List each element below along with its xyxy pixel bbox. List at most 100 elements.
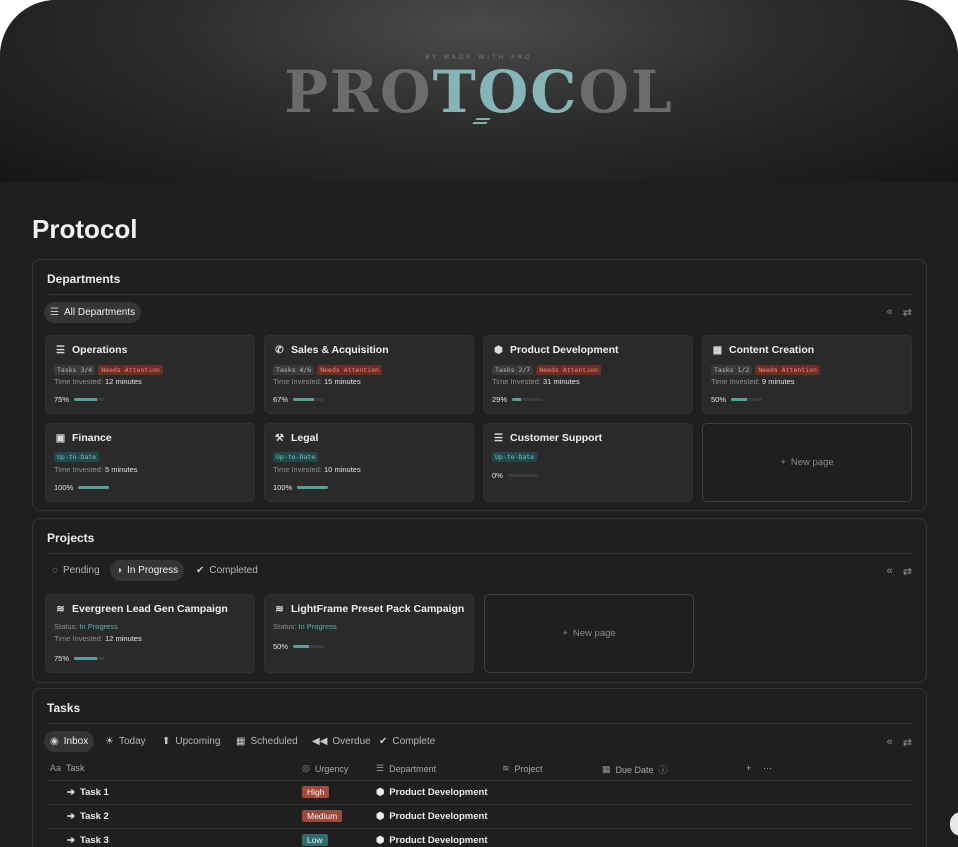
department-card[interactable]: ☰ Operations Tasks 3/4 Needs Attention Time …	[45, 335, 255, 414]
table-row[interactable]: ➔ Task 3 Low ⬢ Product Development	[47, 829, 912, 847]
status-label: Status:	[273, 622, 297, 631]
cover-banner: BY MADE WITH PRO PROTOCOL	[0, 0, 958, 182]
department-cell[interactable]: ⬢ Product Development	[376, 835, 487, 846]
meta-row: Up-to-Date	[273, 452, 319, 462]
cube-icon: ⬢	[376, 835, 385, 846]
settings-sliders-icon[interactable]: ⇄	[903, 306, 912, 319]
column-project[interactable]: ≋ Project	[502, 763, 543, 774]
card-title: ✆ Sales & Acquisition	[274, 344, 388, 356]
column-task[interactable]: Aa Task	[50, 763, 85, 773]
list-icon: ☰	[56, 344, 65, 356]
progress: 29%	[492, 395, 544, 404]
time-value: 12 minutes	[105, 377, 142, 386]
status-row: Status: In Progress	[273, 622, 337, 631]
tasks-count-badge: Tasks 3/4	[54, 365, 96, 375]
tasks-count-badge: Tasks 4/6	[273, 365, 315, 375]
meta-row: Tasks 1/2 Needs Attention	[711, 365, 820, 375]
time-row: Time Invested: 9 minutes	[711, 377, 795, 386]
new-page-button[interactable]: + New page	[484, 594, 694, 673]
department-card[interactable]: ⬢ Product Development Tasks 2/7 Needs Atten…	[483, 335, 693, 414]
tab-in-progress[interactable]: ◑ In Progress	[110, 560, 185, 581]
status-row: Status: In Progress	[54, 622, 118, 631]
department-name: Legal	[291, 432, 319, 444]
status-badge: Needs Attention	[317, 365, 382, 375]
arrow-circle-icon: ➔	[67, 787, 75, 798]
task-cell[interactable]: ➔ Task 3	[67, 835, 109, 846]
urgency-cell[interactable]: Low	[302, 834, 328, 846]
department-card[interactable]: ✆ Sales & Acquisition Tasks 4/6 Needs Atten…	[264, 335, 474, 414]
tab-label: In Progress	[127, 565, 179, 576]
progress-fill	[731, 398, 747, 401]
tab-pending[interactable]: ◌ Pending	[46, 560, 106, 581]
progress-percent: 75%	[54, 395, 70, 404]
settings-sliders-icon[interactable]: ⇄	[903, 565, 912, 578]
project-name: LightFrame Preset Pack Campaign	[291, 603, 465, 615]
department-card[interactable]: ☰ Customer Support Up-to-Date 0%	[483, 423, 693, 502]
time-value: 9 minutes	[762, 377, 795, 386]
project-card[interactable]: ≋ LightFrame Preset Pack Campaign Status…	[264, 594, 474, 673]
status-badge: Up-to-Date	[273, 452, 319, 462]
tab-upcoming[interactable]: ⬆ Upcoming	[156, 731, 226, 752]
divider	[47, 553, 912, 554]
layers-icon: ≋	[502, 763, 510, 773]
dashed-circle-icon: ◌	[52, 565, 58, 576]
tab-scheduled[interactable]: ▦ Scheduled	[230, 731, 304, 752]
project-card[interactable]: ≋ Evergreen Lead Gen Campaign Status: In…	[45, 594, 255, 673]
card-title: ⚒ Legal	[274, 432, 318, 444]
progress-percent: 0%	[492, 471, 503, 480]
layers-icon: ≋	[275, 603, 284, 615]
add-column-button[interactable]: +	[746, 763, 751, 773]
department-card[interactable]: ▣ Finance Up-to-Date Time Invested: 5 minut…	[45, 423, 255, 502]
scroll-handle[interactable]	[950, 812, 958, 836]
department-name: Operations	[72, 344, 128, 356]
department-cell[interactable]: ⬢ Product Development	[376, 787, 487, 798]
progress-fill	[297, 486, 329, 489]
money-icon: ▣	[55, 432, 66, 444]
collapse-icon[interactable]: «	[887, 306, 893, 319]
tab-all-departments[interactable]: ☰ All Departments	[44, 302, 142, 323]
cover-logo: PROTOCOL	[0, 58, 958, 126]
progress: 50%	[273, 642, 325, 651]
time-value: 15 minutes	[324, 377, 361, 386]
more-icon: ⋯	[763, 763, 772, 773]
time-label: Time Invested:	[711, 377, 760, 386]
department-cell[interactable]: ⬢ Product Development	[376, 811, 487, 822]
task-cell[interactable]: ➔ Task 1	[67, 787, 109, 798]
urgency-cell[interactable]: Medium	[302, 810, 343, 822]
department-card[interactable]: ⚒ Legal Up-to-Date Time Invested: 10 minute…	[264, 423, 474, 502]
more-options-button[interactable]: ⋯	[763, 763, 772, 774]
tab-overdue[interactable]: ◀◀ Overdue	[306, 731, 377, 752]
department-card[interactable]: ▦ Content Creation Tasks 1/2 Needs Attentio…	[702, 335, 912, 414]
tab-complete[interactable]: ✔ Complete	[373, 731, 441, 752]
new-page-button[interactable]: + New page	[702, 423, 912, 502]
progress: 75%	[54, 395, 106, 404]
collapse-icon[interactable]: «	[887, 736, 893, 749]
calendar-icon: ▦	[712, 344, 723, 356]
settings-sliders-icon[interactable]: ⇄	[903, 736, 912, 749]
arrow-circle-icon: ➔	[67, 835, 75, 846]
column-due-date[interactable]: ▦ Due Date ⓘ	[602, 763, 668, 776]
tab-completed[interactable]: ✔ Completed	[190, 560, 264, 581]
status-badge: Up-to-Date	[54, 452, 100, 462]
collapse-icon[interactable]: «	[887, 565, 893, 578]
column-department[interactable]: ☰ Department	[376, 763, 436, 774]
table-row[interactable]: ➔ Task 2 Medium ⬢ Product Development	[47, 805, 912, 829]
column-urgency[interactable]: ◎ Urgency	[302, 763, 348, 774]
divider	[47, 723, 912, 724]
tab-inbox[interactable]: ◉ Inbox	[44, 731, 95, 752]
urgency-cell[interactable]: High	[302, 786, 330, 798]
department-name: Product Development	[389, 811, 488, 822]
department-name: Product Development	[389, 787, 488, 798]
table-row[interactable]: ➔ Task 1 High ⬢ Product Development	[47, 781, 912, 805]
department-name: Content Creation	[729, 344, 815, 356]
divider	[47, 294, 912, 295]
progress: 67%	[273, 395, 325, 404]
task-name: Task 3	[79, 835, 109, 846]
tab-today[interactable]: ☀ Today	[99, 731, 152, 752]
task-cell[interactable]: ➔ Task 2	[67, 811, 109, 822]
task-name: Task 1	[79, 787, 109, 798]
new-page-label: New page	[790, 457, 834, 468]
tab-label: Scheduled	[250, 736, 298, 747]
arrow-circle-icon: ➔	[67, 811, 75, 822]
progress-bar	[74, 657, 106, 660]
